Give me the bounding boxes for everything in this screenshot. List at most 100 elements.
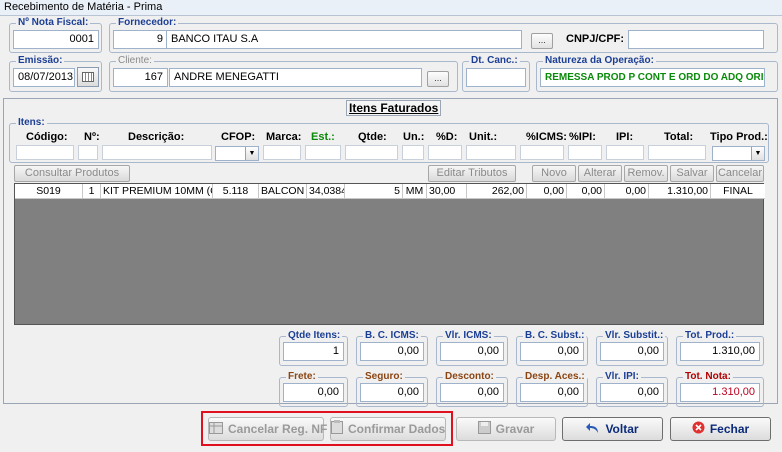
total-input[interactable]: [648, 145, 706, 160]
col-descricao-label: Descrição:: [128, 131, 185, 143]
emissao-input[interactable]: 08/07/2013: [13, 68, 75, 87]
fornecedor-code-input[interactable]: 9: [113, 30, 168, 49]
desp-aces-input[interactable]: 0,00: [520, 383, 584, 402]
cliente-name-input[interactable]: ANDRE MENEGATTI: [169, 68, 422, 87]
cell-ipi-pct: 0,00: [567, 184, 605, 199]
cliente-lookup-button[interactable]: ...: [427, 71, 449, 87]
save-icon: [477, 419, 491, 441]
cnpj-label: CNPJ/CPF:: [566, 33, 625, 45]
window-title: Recebimento de Matéria - Prima: [0, 0, 782, 16]
itens-faturados-title: Itens Faturados: [346, 100, 442, 116]
cnpj-input[interactable]: [628, 30, 764, 49]
editar-tributos-button[interactable]: Editar Tributos: [428, 165, 516, 182]
confirmar-dados-label: Confirmar Dados: [348, 422, 446, 436]
qtde-itens-value: 1: [283, 342, 344, 361]
col-unit-label: Unit.:: [469, 131, 498, 143]
col-un-label: Un.:: [403, 131, 425, 143]
table-cancel-icon: [209, 419, 223, 441]
tot-nota-value: 1.310,00: [680, 383, 760, 402]
emissao-label: Emissão:: [16, 55, 65, 67]
icms-input[interactable]: [520, 145, 564, 160]
vlr-substit-label: Vlr. Substit.:: [603, 330, 666, 342]
table-row[interactable]: S019 1 KIT PREMIUM 10MM (COI 5.118 BALCO…: [15, 184, 765, 199]
consultar-produtos-button[interactable]: Consultar Produtos: [14, 165, 130, 182]
vlr-substit-value: 0,00: [600, 342, 664, 361]
fornecedor-name-input[interactable]: BANCO ITAU S.A: [166, 30, 522, 49]
tot-prod-value: 1.310,00: [680, 342, 760, 361]
frete-input[interactable]: 0,00: [283, 383, 344, 402]
calendar-icon: [82, 72, 94, 82]
fechar-label: Fechar: [709, 422, 750, 436]
desp-aces-label: Desp. Aces.:: [523, 371, 587, 383]
col-ipi-pct-label: %IPI:: [569, 131, 596, 143]
close-icon: [692, 419, 705, 441]
nota-fiscal-input[interactable]: 0001: [13, 30, 99, 49]
col-pd-label: %D:: [436, 131, 458, 143]
voltar-button[interactable]: Voltar: [562, 417, 663, 441]
bc-subst-label: B. C. Subst.:: [523, 330, 587, 342]
est-input[interactable]: [305, 145, 341, 160]
cell-icms: 0,00: [527, 184, 567, 199]
clipboard-icon: [331, 419, 343, 441]
dtcanc-label: Dt. Canc.:: [469, 55, 520, 67]
desconto-label: Desconto:: [443, 371, 496, 383]
natureza-input[interactable]: REMESSA PROD P CONT E ORD DO ADQ ORIGINA: [540, 68, 765, 87]
gravar-button[interactable]: Gravar: [456, 417, 556, 441]
cell-unit: 262,00: [467, 184, 527, 199]
numero-input[interactable]: [78, 145, 98, 160]
alterar-button[interactable]: Alterar: [578, 165, 622, 182]
cell-marca: BALCON: [259, 184, 307, 199]
chevron-down-icon: ▼: [751, 147, 764, 160]
col-tipo-label: Tipo Prod.:: [710, 131, 768, 143]
col-numero-label: Nº:: [84, 131, 100, 143]
col-est-label: Est.:: [311, 131, 335, 143]
salvar-button[interactable]: Salvar: [670, 165, 714, 182]
col-icms-label: %ICMS:: [526, 131, 567, 143]
ipi-pct-input[interactable]: [568, 145, 602, 160]
un-input[interactable]: [402, 145, 424, 160]
cell-tipo: FINAL: [723, 185, 753, 197]
fornecedor-lookup-button[interactable]: ...: [531, 33, 553, 49]
dtcanc-input[interactable]: [466, 68, 526, 87]
calendar-button[interactable]: [77, 67, 99, 87]
bc-icms-value: 0,00: [360, 342, 424, 361]
descricao-input[interactable]: [102, 145, 212, 160]
frete-label: Frete:: [286, 371, 318, 383]
ipi-input[interactable]: [606, 145, 644, 160]
col-total-label: Total:: [664, 131, 694, 143]
col-codigo-label: Código:: [26, 131, 68, 143]
cell-ipi: 0,00: [605, 184, 649, 199]
seguro-input[interactable]: 0,00: [360, 383, 424, 402]
codigo-input[interactable]: [16, 145, 74, 160]
itens-grid[interactable]: S019 1 KIT PREMIUM 10MM (COI 5.118 BALCO…: [14, 183, 765, 325]
confirmar-dados-button[interactable]: Confirmar Dados: [330, 417, 446, 441]
tipo-prod-dropdown[interactable]: ▼: [712, 146, 765, 161]
unit-input[interactable]: [466, 145, 516, 160]
col-cfop-label: CFOP:: [221, 131, 256, 143]
col-ipi-label: IPI:: [616, 131, 634, 143]
qtde-input[interactable]: [345, 145, 398, 160]
vlr-icms-value: 0,00: [440, 342, 504, 361]
cell-est: 34,0384: [309, 184, 345, 199]
tot-prod-label: Tot. Prod.:: [683, 330, 737, 342]
cancelar-reg-nf-label: Cancelar Reg. NF: [228, 422, 328, 436]
col-marca-label: Marca:: [266, 131, 302, 143]
cliente-code-input[interactable]: 167: [113, 68, 168, 87]
undo-arrow-icon: [586, 419, 600, 441]
cancelar-reg-nf-button[interactable]: Cancelar Reg. NF: [208, 417, 328, 441]
seguro-label: Seguro:: [363, 371, 405, 383]
pd-input[interactable]: [428, 145, 462, 160]
natureza-label: Natureza da Operação:: [543, 55, 656, 67]
fechar-button[interactable]: Fechar: [670, 417, 771, 441]
fornecedor-label: Fornecedor:: [116, 17, 179, 29]
cancelar-button[interactable]: Cancelar: [716, 165, 764, 182]
desconto-input[interactable]: 0,00: [440, 383, 504, 402]
novo-button[interactable]: Novo: [532, 165, 576, 182]
marca-input[interactable]: [263, 145, 301, 160]
vlr-icms-label: Vlr. ICMS:: [443, 330, 494, 342]
voltar-label: Voltar: [605, 422, 639, 436]
cell-cfop: 5.118: [213, 184, 259, 199]
remover-button[interactable]: Remov.: [624, 165, 668, 182]
cfop-dropdown[interactable]: ▼: [215, 146, 259, 161]
qtde-itens-label: Qtde Itens:: [286, 330, 343, 342]
